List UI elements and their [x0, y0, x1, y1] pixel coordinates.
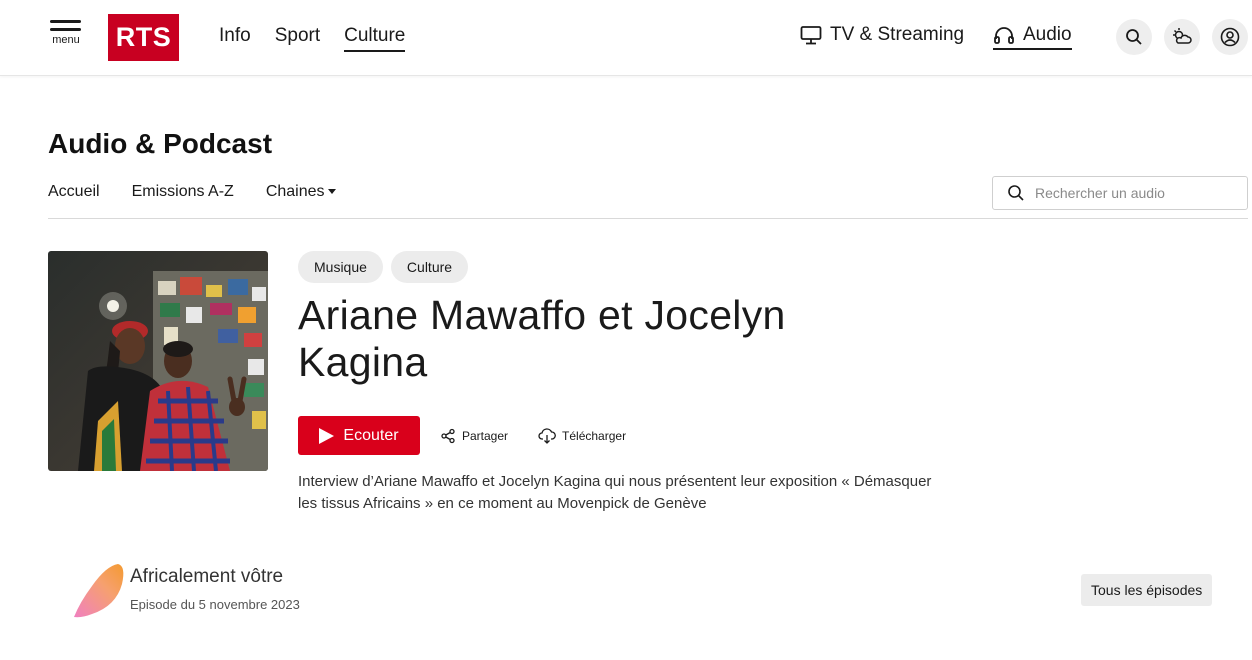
download-label: Télécharger [562, 428, 627, 443]
section-title: Audio & Podcast [48, 128, 273, 159]
listen-label: Ecouter [343, 426, 399, 444]
show-name[interactable]: Africalement vôtre [130, 566, 283, 588]
all-episodes-button[interactable]: Tous les épisodes [1081, 574, 1213, 606]
subnav-emissions[interactable]: Emissions A-Z [132, 183, 234, 201]
user-icon [1220, 27, 1240, 47]
weather-icon [1173, 28, 1192, 44]
audio-subnav: Accueil Emissions A-Z Chaines [48, 183, 336, 201]
search-icon [1008, 185, 1024, 201]
share-icon [441, 428, 455, 443]
hamburger-icon-bar [50, 28, 81, 31]
nav-culture[interactable]: Culture [344, 25, 406, 52]
search-icon [1126, 29, 1142, 45]
main-nav: Info Sport Culture [219, 25, 406, 52]
rts-logo[interactable]: RTS [108, 14, 179, 61]
episode-thumbnail [48, 251, 268, 471]
account-button[interactable] [1212, 19, 1248, 55]
subnav-chaines[interactable]: Chaines [266, 183, 336, 201]
episode-photo [48, 251, 268, 471]
tag-musique[interactable]: Musique [298, 251, 383, 283]
episode-description: Interview d’Ariane Mawaffo et Jocelyn Ka… [298, 473, 932, 512]
audio-search-box[interactable] [992, 176, 1248, 210]
audio-search-input[interactable] [1035, 185, 1235, 201]
play-icon [319, 427, 335, 444]
audio-label: Audio [1023, 24, 1072, 45]
episode-tags: Musique Culture [298, 251, 469, 283]
logo-text: RTS [115, 22, 172, 52]
share-button[interactable]: Partager [440, 428, 508, 444]
headphones-icon [994, 27, 1014, 44]
caret-down-icon [327, 189, 336, 195]
weather-button[interactable] [1164, 19, 1200, 55]
nav-sport[interactable]: Sport [275, 25, 320, 52]
episode-date: Episode du 5 novembre 2023 [130, 597, 300, 612]
section-divider [48, 218, 1248, 219]
search-button[interactable] [1116, 19, 1152, 55]
subnav-accueil[interactable]: Accueil [48, 183, 100, 201]
episode-actions: Ecouter Partager Télécharger [298, 416, 626, 455]
audio-link[interactable]: Audio [993, 24, 1072, 50]
episode-title: Ariane Mawaffo et Jocelyn Kagina [298, 292, 786, 385]
subnav-chaines-label: Chaines [265, 183, 325, 200]
menu-label: menu [52, 34, 80, 46]
cloud-download-icon [538, 427, 556, 444]
top-bar: menu RTS Info Sport Culture TV & Streami… [0, 0, 1252, 76]
download-button[interactable]: Télécharger [538, 427, 627, 444]
hamburger-icon [50, 20, 81, 23]
share-label: Partager [462, 428, 509, 443]
tv-streaming-label: TV & Streaming [830, 24, 965, 45]
show-logo[interactable] [72, 562, 126, 620]
listen-button[interactable]: Ecouter [298, 416, 420, 455]
tv-streaming-link[interactable]: TV & Streaming [800, 24, 964, 46]
tv-icon [800, 26, 822, 45]
tag-culture[interactable]: Culture [390, 251, 469, 283]
menu-button[interactable]: menu [50, 20, 82, 56]
nav-info[interactable]: Info [219, 25, 251, 52]
show-logo-image [74, 564, 124, 618]
